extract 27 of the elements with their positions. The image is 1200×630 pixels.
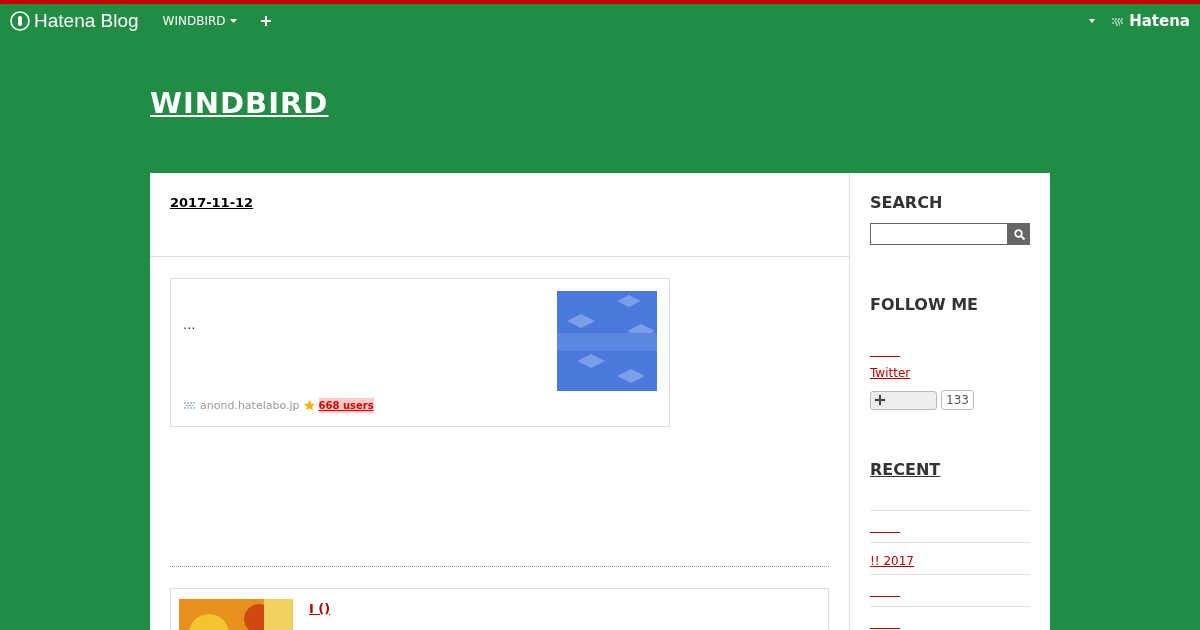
twitter-link[interactable]: Twitter (870, 365, 911, 380)
hatena-logo[interactable]: Hatena (1129, 9, 1190, 33)
hatena-icon (183, 401, 196, 411)
recent-link[interactable]: !! 2017 (870, 554, 942, 568)
section-heading[interactable]: RECENT (870, 458, 1030, 482)
search-icon (1013, 228, 1025, 240)
site-name[interactable]: anond.hatelabo.jp (200, 397, 300, 414)
search-button[interactable] (1008, 223, 1030, 245)
logo-icon[interactable] (10, 11, 30, 31)
hatena-icon (1111, 16, 1126, 26)
bookmark-count[interactable]: 668 users (318, 398, 374, 414)
plus-icon (875, 395, 885, 405)
star-icon (303, 400, 315, 412)
search-field[interactable] (870, 223, 1008, 245)
caret-icon[interactable] (1089, 19, 1096, 23)
brand-logo[interactable]: Hatena Blog (34, 6, 139, 36)
entry-date[interactable]: 2017-11-12 (170, 195, 254, 210)
follower-count: 133 (941, 390, 974, 410)
section-heading: SEARCH (870, 192, 944, 214)
blog-title[interactable]: WINDBIRD (150, 86, 329, 120)
excerpt: ... (183, 316, 196, 334)
caret-icon (229, 19, 237, 23)
follow-button[interactable] (870, 390, 937, 410)
plus-icon[interactable] (260, 16, 271, 26)
blog-menu[interactable]: WINDBIRD (162, 12, 237, 30)
section-heading: FOLLOW ME (870, 294, 980, 316)
related-title[interactable]: I () (309, 599, 357, 619)
